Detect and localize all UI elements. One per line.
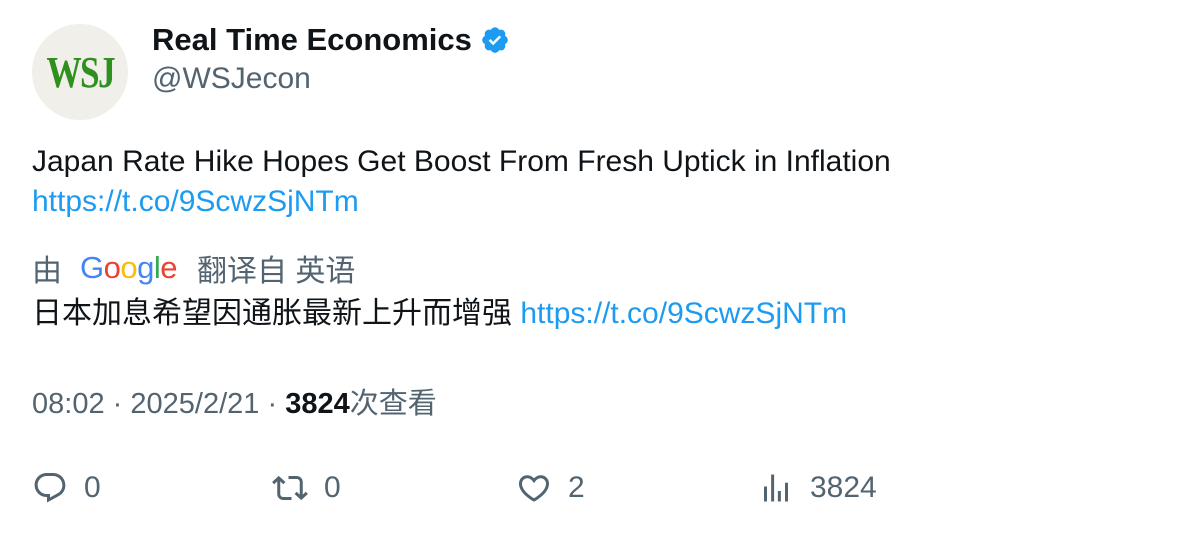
like-button[interactable]: 2: [516, 470, 585, 506]
reply-button[interactable]: 0: [32, 470, 101, 506]
views-count: 3824: [285, 388, 350, 420]
reply-count: 0: [84, 471, 101, 504]
avatar[interactable]: WSJ: [32, 24, 128, 120]
views-button[interactable]: 3824: [758, 470, 877, 506]
meta-separator: ·: [112, 388, 123, 420]
tweet-link[interactable]: https://t.co/9ScwzSjNTm: [32, 185, 359, 218]
translated-link[interactable]: https://t.co/9ScwzSjNTm: [520, 297, 847, 330]
tweet-time[interactable]: 08:02: [32, 388, 105, 420]
retweet-count: 0: [324, 471, 341, 504]
reply-icon: [34, 473, 66, 503]
like-count: 2: [568, 471, 585, 504]
translated-text: 日本加息希望因通胀最新上升而增强 https://t.co/9ScwzSjNTm: [32, 294, 847, 334]
meta-separator-2: ·: [267, 388, 278, 420]
translation-attribution: 由 Google 翻译自 英语: [32, 246, 355, 290]
avatar-logo-text: WSJ: [46, 47, 115, 97]
verified-badge-icon[interactable]: [480, 25, 510, 55]
views-action-count: 3824: [810, 471, 877, 504]
views-label: 次查看: [349, 388, 437, 420]
google-logo[interactable]: Google: [80, 250, 178, 286]
tweet-date[interactable]: 2025/2/21: [130, 388, 259, 420]
author-name-row: Real Time Economics: [152, 22, 510, 58]
translation-prefix: 由: [32, 255, 62, 288]
translated-body: 日本加息希望因通胀最新上升而增强: [32, 297, 512, 330]
translation-suffix: 翻译自 英语: [197, 255, 356, 288]
tweet-body: Japan Rate Hike Hopes Get Boost From Fre…: [32, 145, 891, 178]
author-handle[interactable]: @WSJecon: [152, 62, 311, 96]
display-name[interactable]: Real Time Economics: [152, 22, 472, 58]
tweet-text: Japan Rate Hike Hopes Get Boost From Fre…: [32, 142, 1152, 222]
retweet-icon: [272, 475, 308, 501]
views-icon: [764, 474, 788, 502]
action-bar: 0 0 2 3824: [32, 470, 1162, 514]
tweet-meta: 08:02 · 2025/2/21 · 3824次查看: [32, 384, 437, 424]
retweet-button[interactable]: 0: [272, 470, 341, 506]
like-icon: [518, 475, 550, 502]
